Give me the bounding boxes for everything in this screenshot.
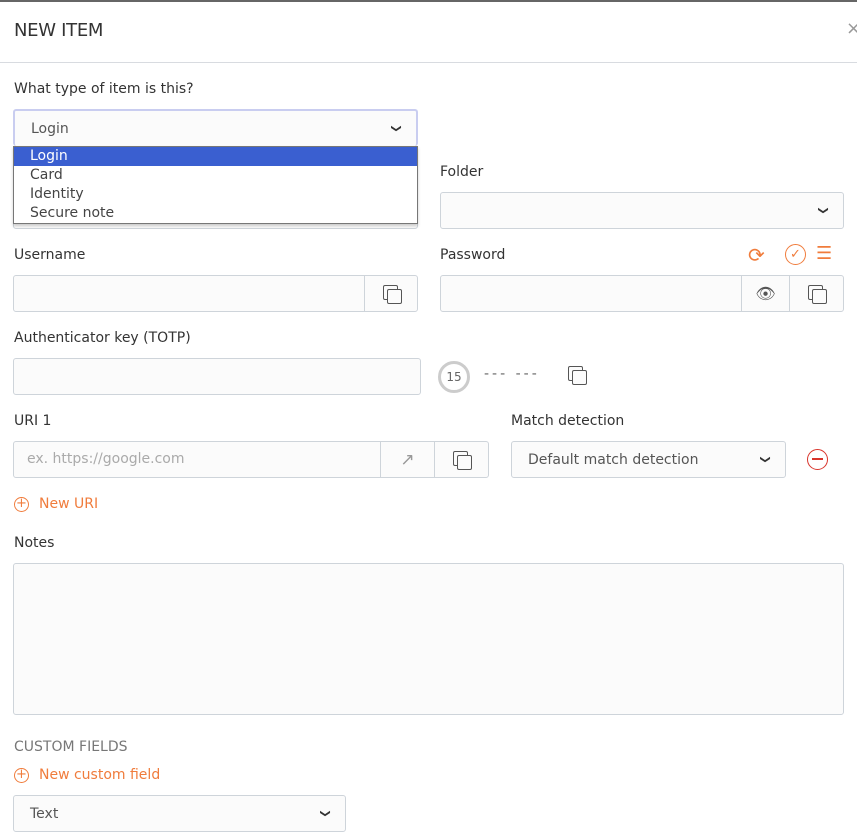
copy-icon	[382, 284, 402, 304]
match-detection-label: Match detection	[511, 413, 625, 429]
new-uri-label: New URI	[39, 496, 99, 512]
copy-icon	[568, 366, 587, 385]
eye-icon: 👁	[755, 284, 776, 303]
plus-icon: +	[14, 767, 29, 783]
option-login[interactable]: Login	[14, 147, 417, 166]
totp-code: --- ---	[484, 366, 540, 382]
uri-input[interactable]: ex. https://google.com ↗	[13, 441, 489, 478]
option-identity[interactable]: Identity	[14, 185, 417, 204]
copy-uri-button[interactable]	[434, 442, 488, 477]
copy-totp-button[interactable]	[568, 366, 587, 385]
generate-password-icon[interactable]: ⟳	[748, 243, 765, 267]
match-detection-value: Default match detection	[528, 451, 699, 468]
copy-icon	[452, 450, 472, 470]
chevron-down-icon: ❯	[759, 455, 771, 464]
item-type-value: Login	[31, 120, 69, 137]
item-type-label: What type of item is this?	[14, 81, 194, 97]
toggle-visibility-button[interactable]: 👁	[741, 276, 789, 311]
copy-icon	[807, 284, 827, 304]
totp-countdown: 15	[438, 361, 470, 393]
password-history-icon[interactable]: ☰	[816, 243, 832, 264]
folder-label: Folder	[440, 164, 484, 180]
match-detection-select[interactable]: Default match detection ❯	[511, 441, 786, 478]
external-link-icon: ↗	[400, 449, 415, 470]
check-password-icon[interactable]: ✓	[785, 244, 806, 265]
password-input[interactable]: 👁	[440, 275, 844, 312]
option-secure-note[interactable]: Secure note	[14, 204, 417, 223]
uri-placeholder: ex. https://google.com	[27, 451, 185, 467]
remove-uri-button[interactable]	[807, 449, 828, 470]
close-button[interactable]: ×	[846, 18, 857, 39]
new-custom-field-label: New custom field	[39, 767, 161, 783]
chevron-down-icon: ❯	[390, 124, 402, 133]
custom-field-type-select[interactable]: Text ❯	[13, 795, 346, 832]
folder-select[interactable]: ❯	[440, 192, 844, 229]
launch-uri-button[interactable]: ↗	[380, 442, 434, 477]
new-custom-field-button[interactable]: + New custom field	[14, 767, 160, 783]
divider	[0, 62, 857, 63]
copy-password-button[interactable]	[789, 276, 843, 311]
minus-icon	[812, 458, 823, 460]
custom-fields-heading: CUSTOM FIELDS	[14, 739, 128, 755]
username-label: Username	[14, 247, 86, 263]
custom-field-type-value: Text	[30, 805, 59, 822]
notes-label: Notes	[14, 535, 55, 551]
option-card[interactable]: Card	[14, 166, 417, 185]
uri-label: URI 1	[14, 413, 52, 429]
top-border	[0, 0, 857, 2]
copy-username-button[interactable]	[364, 276, 418, 311]
notes-textarea[interactable]	[13, 563, 844, 715]
item-type-select[interactable]: Login ❯	[13, 109, 418, 146]
new-uri-button[interactable]: + New URI	[14, 496, 98, 512]
password-label: Password	[440, 247, 506, 263]
totp-input[interactable]	[13, 358, 421, 395]
chevron-down-icon: ❯	[319, 809, 331, 818]
plus-icon: +	[14, 496, 29, 512]
modal-title: NEW ITEM	[14, 20, 104, 41]
chevron-down-icon: ❯	[817, 206, 829, 215]
item-type-dropdown: Login Card Identity Secure note	[13, 146, 418, 224]
username-input[interactable]	[13, 275, 418, 312]
totp-label: Authenticator key (TOTP)	[14, 330, 191, 346]
